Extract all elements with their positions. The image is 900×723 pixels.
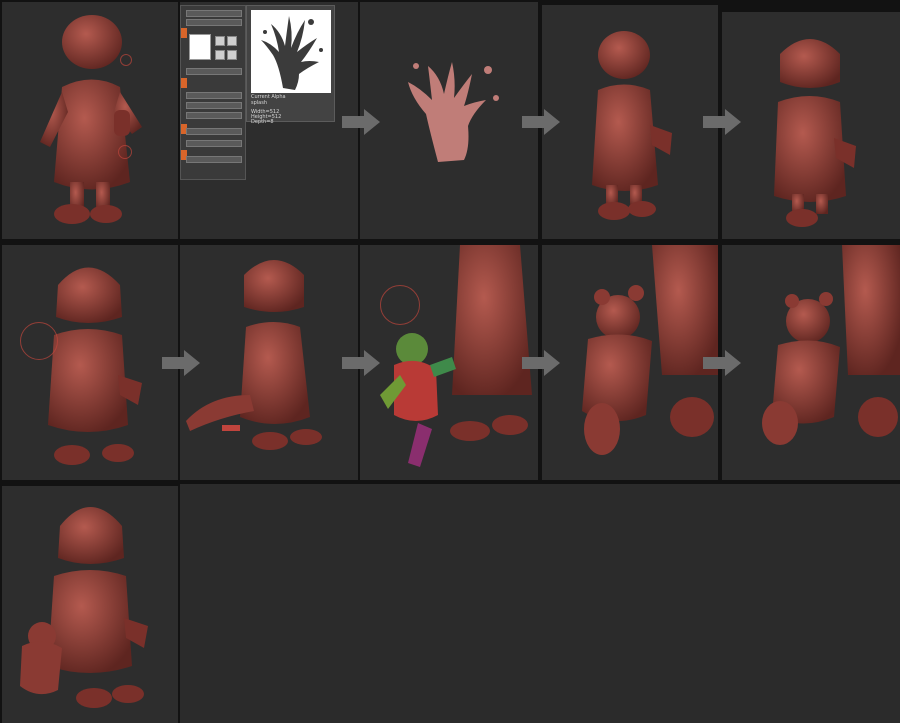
current-alpha-popup: Current Alpha splash Width=512 Height=51… bbox=[246, 5, 335, 125]
next-step-arrow-icon bbox=[522, 350, 560, 376]
step-panel-6 bbox=[2, 245, 178, 480]
girl-figure-refined bbox=[774, 39, 856, 227]
next-step-arrow-icon bbox=[522, 109, 560, 135]
alpha-palette[interactable] bbox=[180, 5, 246, 180]
empty-area bbox=[180, 484, 900, 723]
next-step-arrow-icon bbox=[703, 109, 741, 135]
next-step-arrow-icon bbox=[342, 109, 380, 135]
palette-button[interactable] bbox=[186, 128, 242, 135]
palette-swatch[interactable] bbox=[215, 36, 225, 46]
palette-button[interactable] bbox=[186, 112, 242, 119]
step-panel-11 bbox=[2, 486, 178, 723]
splash-hand-shape bbox=[408, 62, 499, 162]
teddy-bear-refined bbox=[762, 245, 900, 445]
palette-swatch[interactable] bbox=[215, 50, 225, 60]
step-panel-10 bbox=[722, 245, 900, 480]
palette-button[interactable] bbox=[186, 10, 242, 17]
step-panel-7 bbox=[180, 245, 358, 480]
alpha-preview bbox=[251, 10, 331, 93]
step-panel-1 bbox=[2, 2, 178, 239]
next-step-arrow-icon bbox=[342, 350, 380, 376]
girl-figure-splash-applied bbox=[592, 31, 672, 220]
brush-cursor-ring-icon bbox=[120, 54, 132, 66]
process-grid: Current Alpha splash Width=512 Height=51… bbox=[0, 0, 900, 723]
girl-figure-holding-cup bbox=[40, 15, 142, 224]
step-panel-8 bbox=[360, 245, 538, 480]
alpha-name: splash bbox=[251, 100, 268, 106]
alpha-depth: Depth=8 bbox=[251, 119, 274, 125]
girl-figure-front bbox=[48, 267, 142, 465]
brush-cursor-ring-icon bbox=[118, 145, 132, 159]
alpha-splash-icon bbox=[261, 16, 323, 90]
step-panel-3 bbox=[360, 2, 538, 239]
teddy-bear-blocked bbox=[582, 245, 718, 455]
palette-button[interactable] bbox=[186, 92, 242, 99]
alpha-thumbnail[interactable] bbox=[189, 34, 211, 60]
palette-button[interactable] bbox=[186, 102, 242, 109]
next-step-arrow-icon bbox=[703, 350, 741, 376]
step-panel-4 bbox=[542, 5, 718, 239]
palette-swatch[interactable] bbox=[227, 36, 237, 46]
girl-figure-side-with-doll bbox=[186, 260, 322, 450]
girl-legs-with-polygroup-doll bbox=[380, 245, 532, 467]
palette-button[interactable] bbox=[186, 156, 242, 163]
brush-cursor-ring-icon bbox=[20, 322, 58, 360]
step-panel-5 bbox=[722, 12, 900, 239]
palette-toggle[interactable] bbox=[181, 28, 187, 38]
step-panel-9 bbox=[542, 245, 718, 480]
palette-swatch[interactable] bbox=[227, 50, 237, 60]
brush-cursor-ring-icon bbox=[380, 285, 420, 325]
palette-button[interactable] bbox=[186, 140, 242, 147]
next-step-arrow-icon bbox=[162, 350, 200, 376]
palette-button[interactable] bbox=[186, 19, 242, 26]
girl-figure-final bbox=[20, 507, 148, 708]
palette-button[interactable] bbox=[186, 68, 242, 75]
palette-toggle[interactable] bbox=[181, 78, 187, 88]
